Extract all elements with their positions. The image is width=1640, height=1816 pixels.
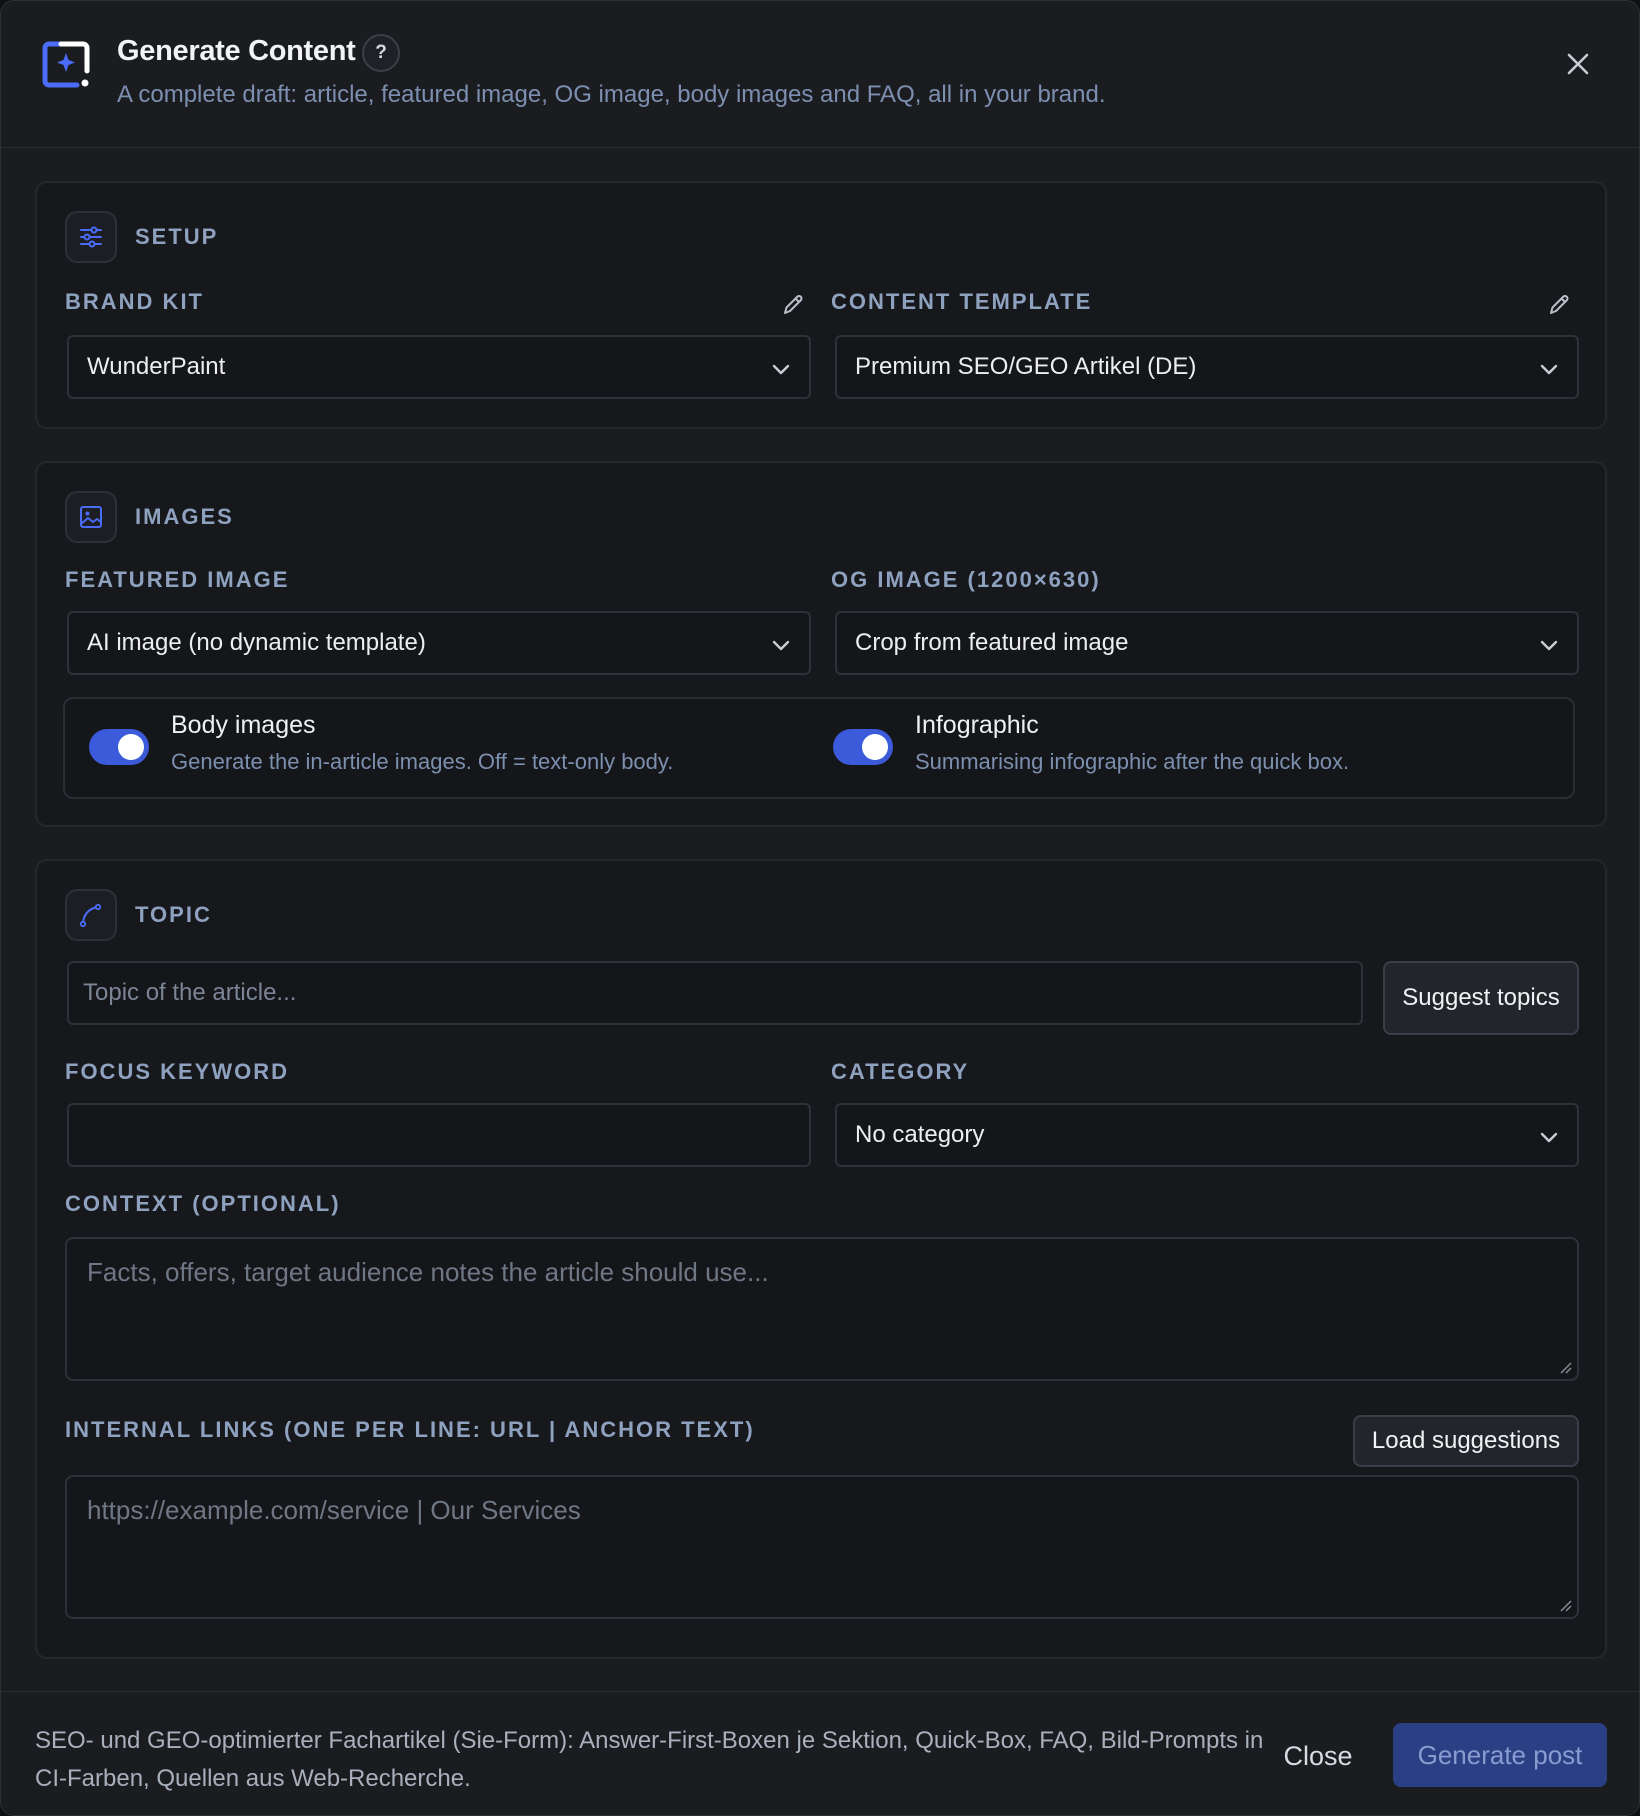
featured-image-value: AI image (no dynamic template) bbox=[87, 629, 426, 656]
edit-content-template-icon[interactable] bbox=[1545, 291, 1573, 319]
suggest-topics-button[interactable]: Suggest topics bbox=[1383, 961, 1579, 1035]
category-select[interactable]: No category bbox=[835, 1103, 1579, 1167]
image-options-box: Body images Generate the in-article imag… bbox=[63, 697, 1575, 799]
body-images-title: Body images bbox=[171, 711, 316, 739]
images-header: IMAGES bbox=[65, 491, 234, 543]
featured-image-label: FEATURED IMAGE bbox=[65, 567, 290, 592]
close-icon[interactable] bbox=[1561, 47, 1595, 81]
template-description: SEO- und GEO-optimierter Fachartikel (Si… bbox=[35, 1727, 1264, 1792]
internal-links-label: INTERNAL LINKS (ONE PER LINE: URL | ANCH… bbox=[65, 1417, 755, 1442]
sliders-icon bbox=[65, 211, 117, 263]
bezier-curve-icon bbox=[65, 889, 117, 941]
dialog-title: Generate Content bbox=[117, 35, 356, 67]
context-textarea[interactable]: Facts, offers, target audience notes the… bbox=[65, 1237, 1579, 1381]
brand-kit-label: BRAND KIT bbox=[65, 289, 204, 314]
edit-brand-kit-icon[interactable] bbox=[779, 291, 807, 319]
infographic-title: Infographic bbox=[915, 711, 1039, 739]
focus-keyword-input[interactable] bbox=[67, 1103, 811, 1167]
brand-kit-value: WunderPaint bbox=[87, 353, 226, 380]
infographic-toggle[interactable] bbox=[833, 729, 893, 765]
chevron-down-icon bbox=[1540, 364, 1558, 375]
chevron-down-icon bbox=[1540, 640, 1558, 651]
chevron-down-icon bbox=[772, 640, 790, 651]
chevron-down-icon bbox=[772, 364, 790, 375]
dialog-subtitle: A complete draft: article, featured imag… bbox=[117, 81, 1106, 108]
resize-handle-icon[interactable] bbox=[1557, 1597, 1573, 1613]
brand-kit-select[interactable]: WunderPaint bbox=[67, 335, 811, 399]
images-section: IMAGES FEATURED IMAGE AI image (no dynam… bbox=[35, 461, 1607, 827]
focus-keyword-label: FOCUS KEYWORD bbox=[65, 1059, 289, 1084]
og-image-value: Crop from featured image bbox=[855, 629, 1129, 656]
chevron-down-icon bbox=[1540, 1132, 1558, 1143]
content-template-label: CONTENT TEMPLATE bbox=[831, 289, 1093, 314]
topic-input[interactable]: Topic of the article... bbox=[67, 961, 1363, 1025]
featured-image-select[interactable]: AI image (no dynamic template) bbox=[67, 611, 811, 675]
body-images-desc: Generate the in-article images. Off = te… bbox=[171, 749, 674, 774]
dialog-footer: SEO- und GEO-optimierter Fachartikel (Si… bbox=[1, 1691, 1639, 1815]
body-images-toggle[interactable] bbox=[89, 729, 149, 765]
context-label: CONTEXT (OPTIONAL) bbox=[65, 1191, 341, 1216]
image-icon bbox=[65, 491, 117, 543]
og-image-select[interactable]: Crop from featured image bbox=[835, 611, 1579, 675]
generate-content-icon bbox=[42, 41, 90, 88]
category-value: No category bbox=[855, 1121, 985, 1148]
help-button[interactable]: ? bbox=[362, 34, 400, 72]
content-template-select[interactable]: Premium SEO/GEO Artikel (DE) bbox=[835, 335, 1579, 399]
internal-links-textarea[interactable]: https://example.com/service | Our Servic… bbox=[65, 1475, 1579, 1619]
resize-handle-icon[interactable] bbox=[1557, 1359, 1573, 1375]
setup-title: SETUP bbox=[135, 224, 219, 249]
images-title: IMAGES bbox=[135, 504, 234, 529]
close-button[interactable]: Close bbox=[1263, 1736, 1373, 1776]
topic-placeholder: Topic of the article... bbox=[83, 979, 297, 1006]
generate-post-button[interactable]: Generate post bbox=[1393, 1723, 1607, 1787]
topic-section: TOPIC Topic of the article... Suggest to… bbox=[35, 859, 1607, 1659]
infographic-desc: Summarising infographic after the quick … bbox=[915, 749, 1350, 774]
topic-header: TOPIC bbox=[65, 889, 212, 941]
category-label: CATEGORY bbox=[831, 1059, 970, 1084]
topic-title: TOPIC bbox=[135, 902, 212, 927]
dialog-header: Generate Content ? A complete draft: art… bbox=[1, 1, 1639, 148]
load-suggestions-button[interactable]: Load suggestions bbox=[1353, 1415, 1579, 1467]
og-image-label: OG IMAGE (1200×630) bbox=[831, 567, 1101, 592]
setup-section: SETUP BRAND KIT WunderPaint CONTENT TEMP… bbox=[35, 181, 1607, 429]
content-template-value: Premium SEO/GEO Artikel (DE) bbox=[855, 353, 1197, 380]
setup-header: SETUP bbox=[65, 211, 218, 263]
context-placeholder: Facts, offers, target audience notes the… bbox=[87, 1257, 769, 1287]
internal-links-placeholder: https://example.com/service | Our Servic… bbox=[87, 1495, 581, 1525]
generate-content-dialog: Generate Content ? A complete draft: art… bbox=[0, 0, 1640, 1816]
